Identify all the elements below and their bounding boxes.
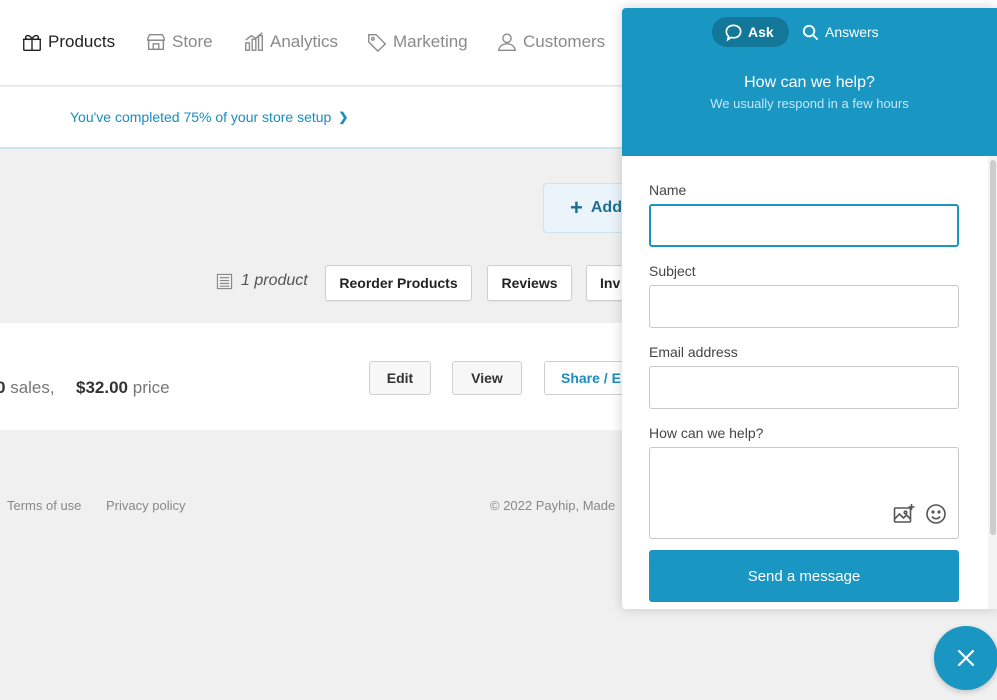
sales-value: 0	[0, 378, 6, 397]
send-message-button[interactable]: Send a message	[649, 550, 959, 602]
price-label: price	[132, 378, 170, 397]
nav-item-label: Marketing	[393, 32, 468, 51]
close-widget-button[interactable]	[934, 626, 997, 690]
subject-label: Subject	[649, 263, 696, 279]
product-price: $32.00 price	[76, 378, 170, 398]
reviews-label: Reviews	[501, 275, 558, 291]
subject-input[interactable]	[649, 285, 959, 328]
close-icon	[957, 649, 975, 667]
help-title: How can we help?	[744, 74, 875, 91]
nav-item-label: Products	[48, 32, 116, 51]
reviews-button[interactable]: Reviews	[487, 265, 572, 301]
tab-answers-label: Answers	[825, 24, 879, 40]
product-sales: 0 sales,	[0, 378, 55, 398]
widget-scroll-thumb[interactable]	[990, 160, 996, 535]
emoji-icon[interactable]	[924, 502, 948, 526]
product-count: 1 product	[216, 271, 308, 291]
nav-item-customers[interactable]: Customers	[496, 30, 605, 54]
email-label: Email address	[649, 344, 738, 360]
message-label: How can we help?	[649, 425, 764, 441]
nav-item-marketing[interactable]: Marketing	[366, 30, 468, 54]
nav-item-products[interactable]: Products	[21, 30, 115, 54]
analytics-icon	[245, 32, 263, 51]
add-image-icon[interactable]	[892, 502, 916, 526]
help-subtitle: We usually respond in a few hours	[710, 96, 909, 111]
nav-item-label: Customers	[523, 32, 606, 51]
setup-progress-text: You've completed 75% of your store setup	[70, 109, 332, 125]
name-label: Name	[649, 182, 687, 198]
price-value: $32.00	[76, 378, 128, 397]
reorder-products-label: Reorder Products	[339, 275, 458, 291]
name-input[interactable]	[649, 204, 959, 247]
product-count-text: 1 product	[241, 272, 308, 289]
privacy-link[interactable]: Privacy policy	[106, 498, 185, 513]
tab-ask-label: Ask	[748, 24, 774, 40]
gift-icon	[22, 34, 42, 51]
chat-bubble-icon	[725, 24, 742, 41]
widget-scrollbar[interactable]	[988, 156, 997, 609]
tag-icon	[368, 33, 387, 53]
help-widget-header: Ask Answers How can we help? We usually …	[622, 8, 997, 156]
plus-icon: +	[570, 195, 583, 220]
search-icon	[802, 24, 819, 40]
nav-item-analytics[interactable]: Analytics	[243, 30, 338, 54]
terms-link[interactable]: Terms of use	[7, 498, 81, 513]
tab-ask[interactable]: Ask	[712, 17, 789, 47]
share-label: Share / E	[561, 370, 621, 386]
nav-item-label: Store	[172, 32, 213, 51]
list-icon	[216, 273, 233, 289]
store-icon	[147, 33, 165, 51]
email-input[interactable]	[649, 366, 959, 409]
help-widget: Ask Answers How can we help? We usually …	[622, 8, 997, 609]
edit-label: Edit	[386, 370, 414, 386]
reorder-products-button[interactable]: Reorder Products	[325, 265, 472, 301]
inventory-label: Inv	[600, 275, 621, 291]
add-product-label: Add	[590, 199, 622, 216]
user-icon	[497, 33, 517, 51]
nav-item-store[interactable]: Store	[145, 30, 213, 54]
edit-button[interactable]: Edit	[369, 361, 431, 395]
view-button[interactable]: View	[452, 361, 522, 395]
view-label: View	[471, 370, 503, 386]
nav-item-label: Analytics	[270, 32, 339, 51]
setup-progress-link[interactable]: You've completed 75% of your store setup…	[70, 109, 348, 125]
chevron-right-icon: ❯	[338, 110, 349, 124]
tab-answers[interactable]: Answers	[801, 17, 879, 47]
copyright-text: © 2022 Payhip, Made	[490, 498, 616, 513]
sales-label: sales,	[10, 378, 55, 397]
